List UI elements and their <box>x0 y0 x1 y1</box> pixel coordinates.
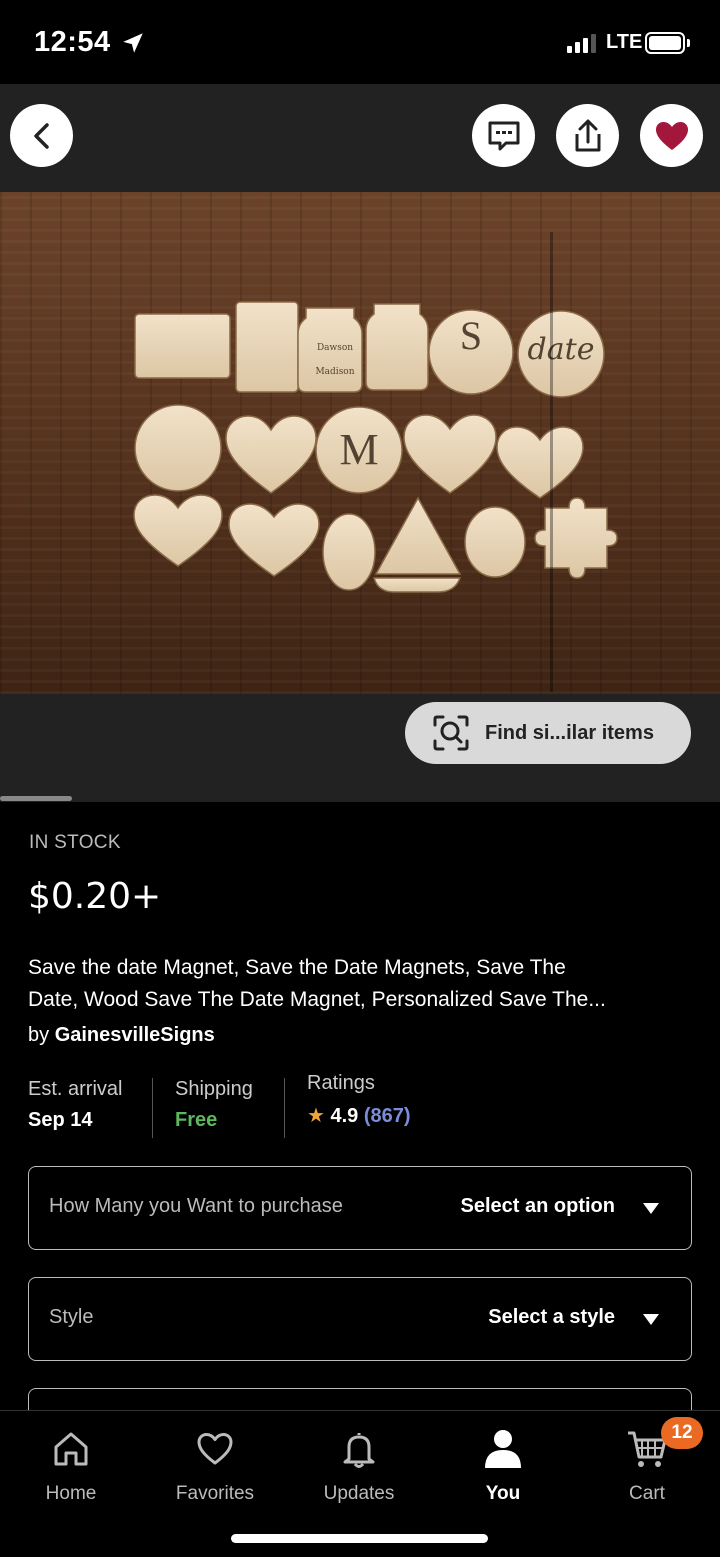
star-icon: ★ <box>307 1105 325 1127</box>
svg-text:M: M <box>339 425 378 474</box>
tab-cart-label: Cart <box>629 1483 665 1504</box>
shipping-label: Shipping <box>175 1078 253 1100</box>
product-title-line-1: Save the date Magnet, Save the Date Magn… <box>28 956 566 979</box>
product-meta-row: Est. arrival Sep 14 Shipping Free Rating… <box>0 1072 720 1138</box>
tab-favorites[interactable]: Favorites <box>160 1427 270 1505</box>
heart-filled-icon <box>655 121 688 150</box>
battery-icon <box>645 32 685 54</box>
arrival-label: Est. arrival <box>28 1078 123 1100</box>
seller-by: by <box>28 1024 50 1046</box>
product-price: $0.20+ <box>28 876 162 917</box>
favorite-button[interactable] <box>640 104 703 167</box>
ratings-value-row: ★ 4.9 (867) <box>307 1103 411 1128</box>
arrival-info: Est. arrival Sep 14 <box>28 1078 122 1132</box>
svg-text:S: S <box>460 313 482 358</box>
person-icon <box>485 1430 521 1468</box>
message-icon <box>488 121 519 150</box>
ratings-label: Ratings <box>307 1072 375 1094</box>
share-button[interactable] <box>556 104 619 167</box>
caret-down-icon <box>643 1314 659 1325</box>
network-label: LTE <box>606 31 643 53</box>
quantity-select[interactable]: How Many you Want to purchase Select an … <box>28 1166 692 1250</box>
product-title-line-2: Date, Wood Save The Date Magnet, Persona… <box>28 988 606 1011</box>
cart-count-badge: 12 <box>661 1417 703 1449</box>
quantity-select-label: How Many you Want to purchase <box>49 1195 343 1217</box>
style-select-label: Style <box>49 1306 94 1328</box>
style-select[interactable]: Style Select a style <box>28 1277 692 1361</box>
divider <box>284 1078 285 1138</box>
ratings-info[interactable]: Ratings ★ 4.9 (867) <box>307 1072 411 1128</box>
tab-you[interactable]: You <box>448 1427 558 1505</box>
tab-updates[interactable]: Updates <box>304 1427 414 1505</box>
svg-text:Dawson: Dawson <box>317 343 353 353</box>
rating-count[interactable]: (867) <box>364 1105 411 1127</box>
status-time: 12:54 <box>34 26 111 58</box>
shipping-value: Free <box>175 1109 218 1131</box>
magnet-photo: S M date Dawson Madison <box>133 301 618 593</box>
message-seller-button[interactable] <box>472 104 535 167</box>
tab-updates-label: Updates <box>323 1483 395 1504</box>
stock-status: IN STOCK <box>29 832 121 853</box>
battery-tip <box>687 39 690 47</box>
back-button[interactable] <box>10 104 73 167</box>
tab-home[interactable]: Home <box>16 1427 126 1505</box>
product-image[interactable]: S M date Dawson Madison <box>0 192 720 694</box>
arrival-value: Sep 14 <box>28 1109 93 1131</box>
seller-link[interactable]: GainesvilleSigns <box>55 1024 215 1046</box>
tab-you-label: You <box>485 1483 521 1504</box>
shipping-info: Shipping Free <box>175 1078 253 1132</box>
quantity-select-value: Select an option <box>460 1195 615 1217</box>
bell-icon <box>343 1433 375 1468</box>
svg-text:Madison: Madison <box>315 367 354 377</box>
svg-text:date: date <box>528 332 595 367</box>
caret-down-icon <box>643 1203 659 1214</box>
find-similar-label: Find si...ilar items <box>485 721 654 744</box>
home-icon <box>54 1432 88 1466</box>
home-indicator[interactable] <box>231 1534 488 1543</box>
rating-value: 4.9 <box>330 1105 359 1127</box>
style-select-value: Select a style <box>488 1306 615 1328</box>
visual-search-icon <box>433 715 469 751</box>
product-title: Save the date Magnet, Save the Date Magn… <box>28 952 692 1016</box>
image-scroll-indicator <box>0 796 72 801</box>
seller-line: by GainesvilleSigns <box>28 1024 215 1047</box>
tab-home-label: Home <box>45 1483 97 1504</box>
tab-favorites-label: Favorites <box>175 1483 255 1504</box>
divider <box>152 1078 153 1138</box>
chevron-left-icon <box>33 122 49 149</box>
status-bar: 12:54 LTE <box>0 0 720 84</box>
location-arrow-icon <box>123 33 143 53</box>
signal-icon <box>567 33 596 53</box>
heart-icon <box>197 1433 233 1465</box>
find-similar-button[interactable]: Find si...ilar items <box>405 702 691 764</box>
share-icon <box>575 119 600 151</box>
